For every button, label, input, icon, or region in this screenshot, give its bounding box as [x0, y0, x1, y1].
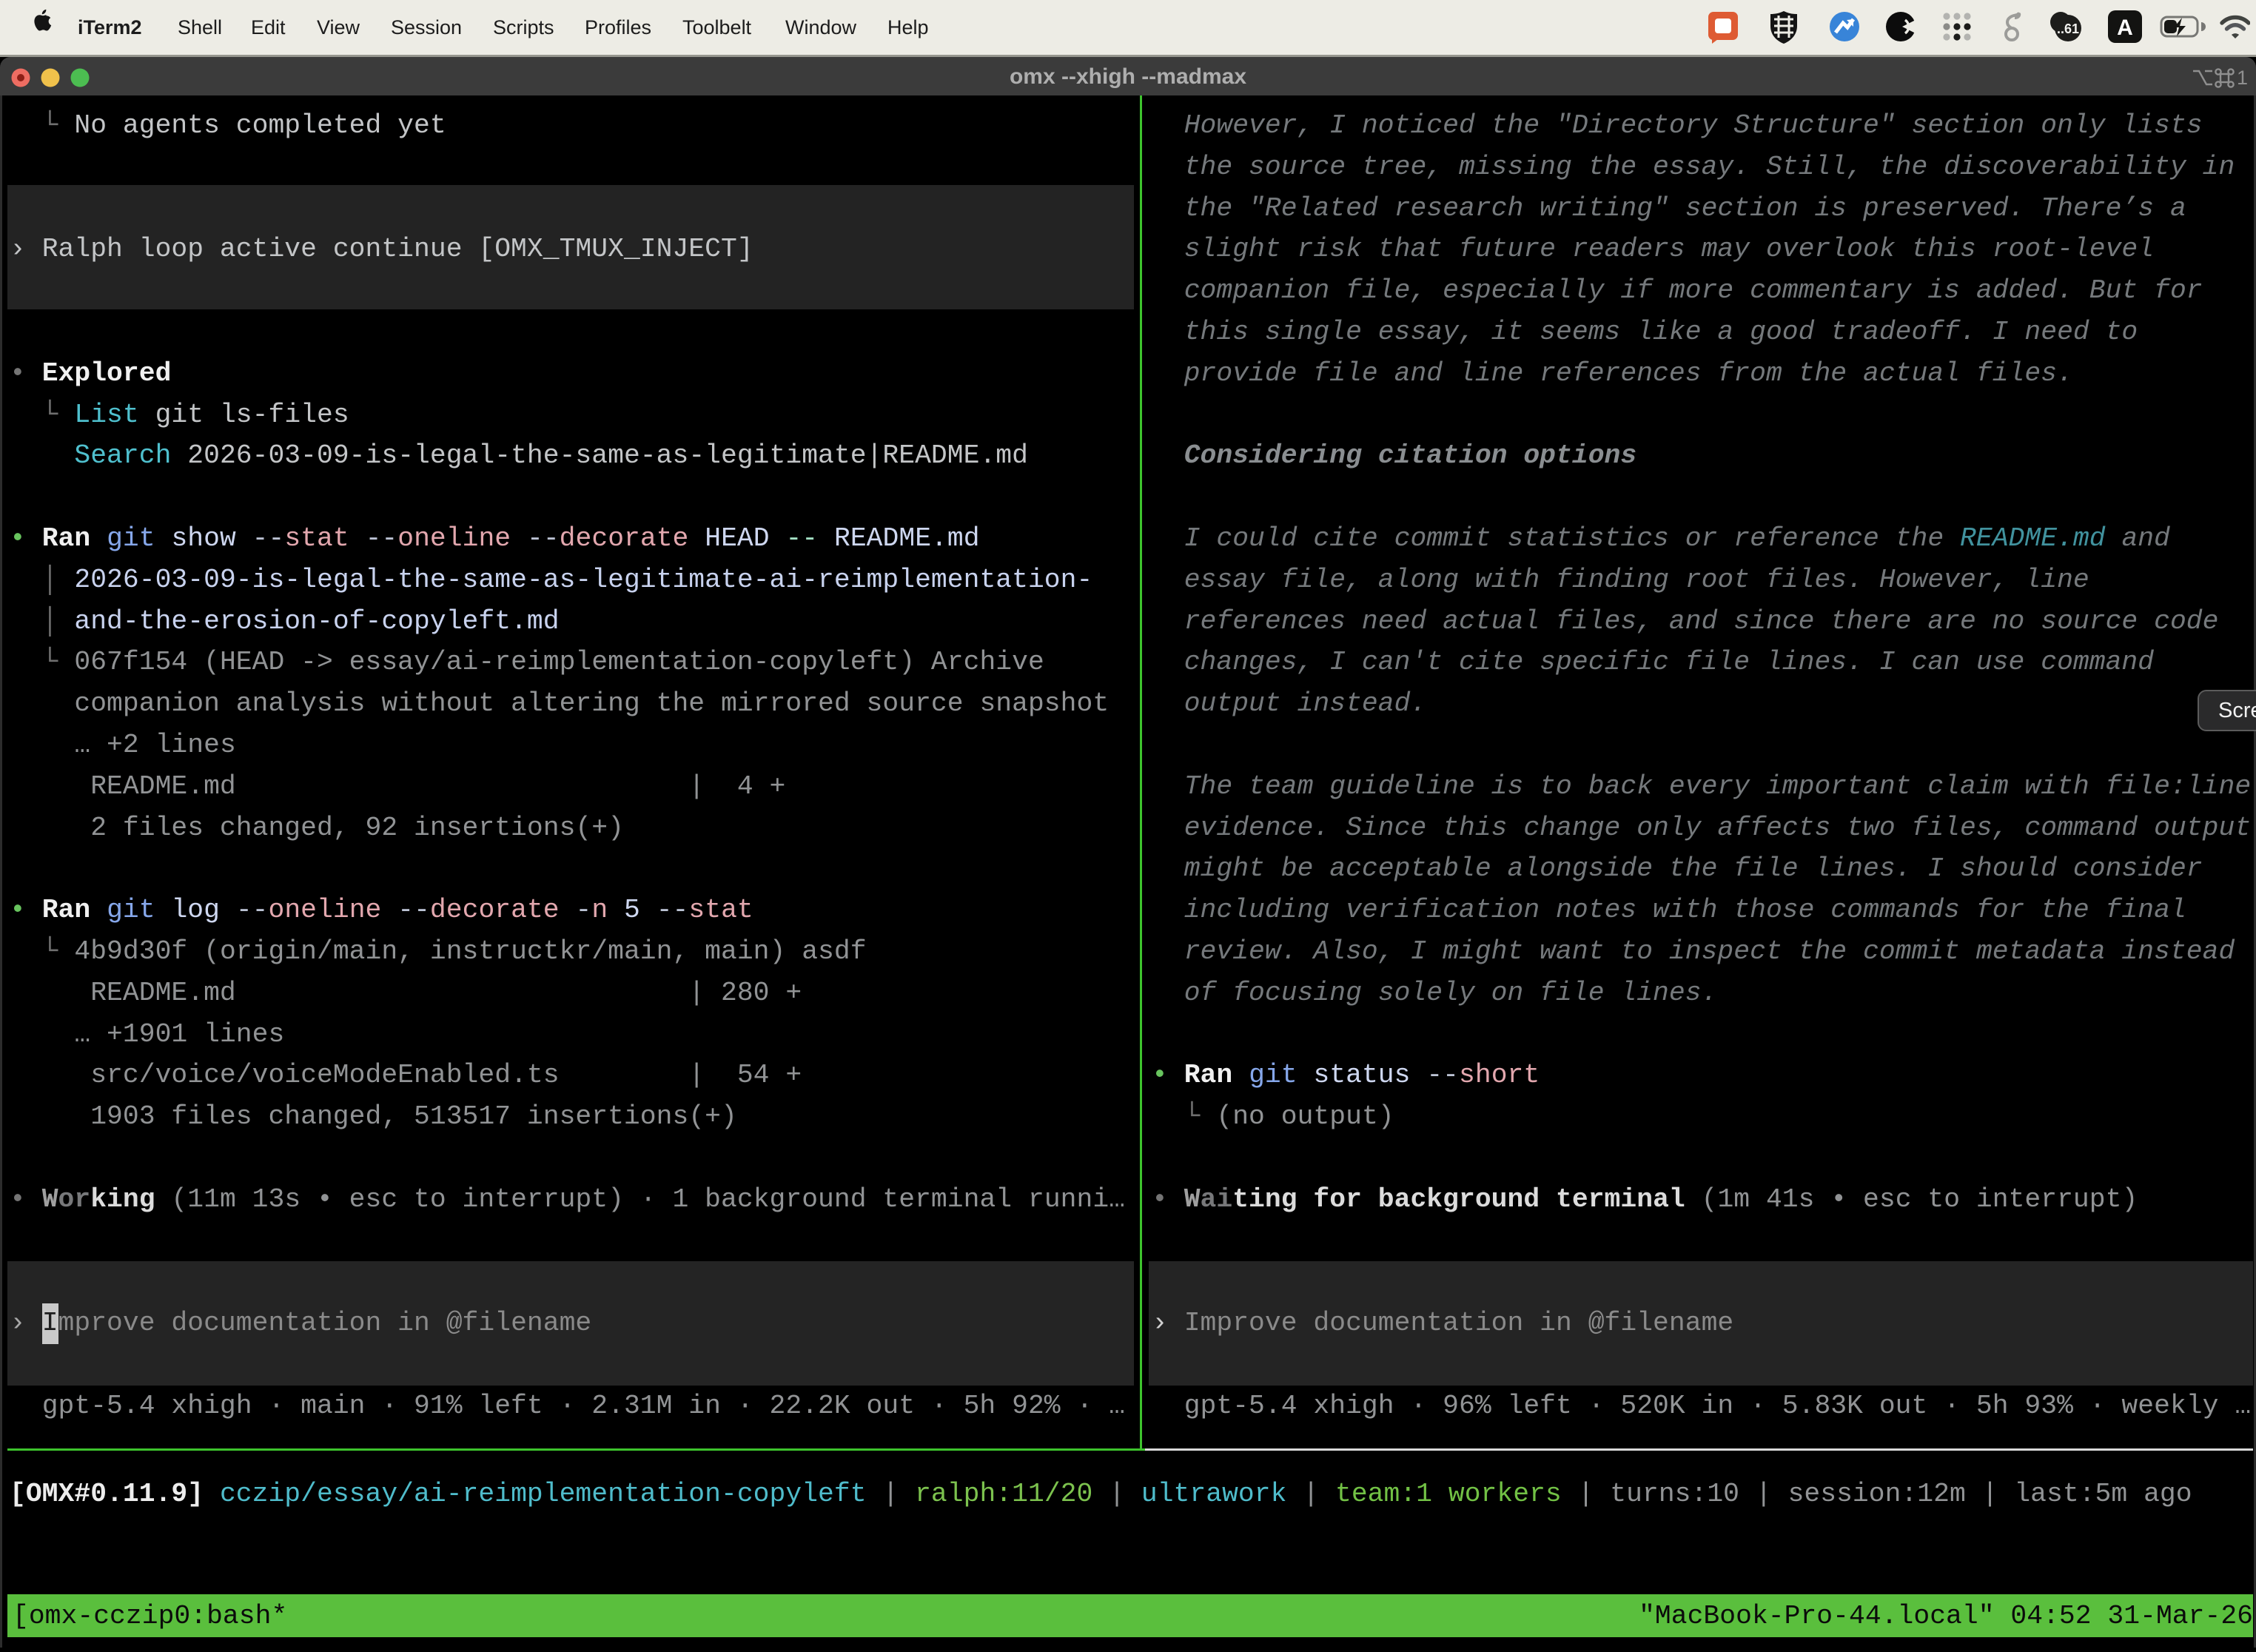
svg-text:A: A [2117, 16, 2133, 40]
svg-text:1: 1 [2237, 67, 2248, 88]
svg-text:..61: ..61 [2057, 21, 2079, 36]
